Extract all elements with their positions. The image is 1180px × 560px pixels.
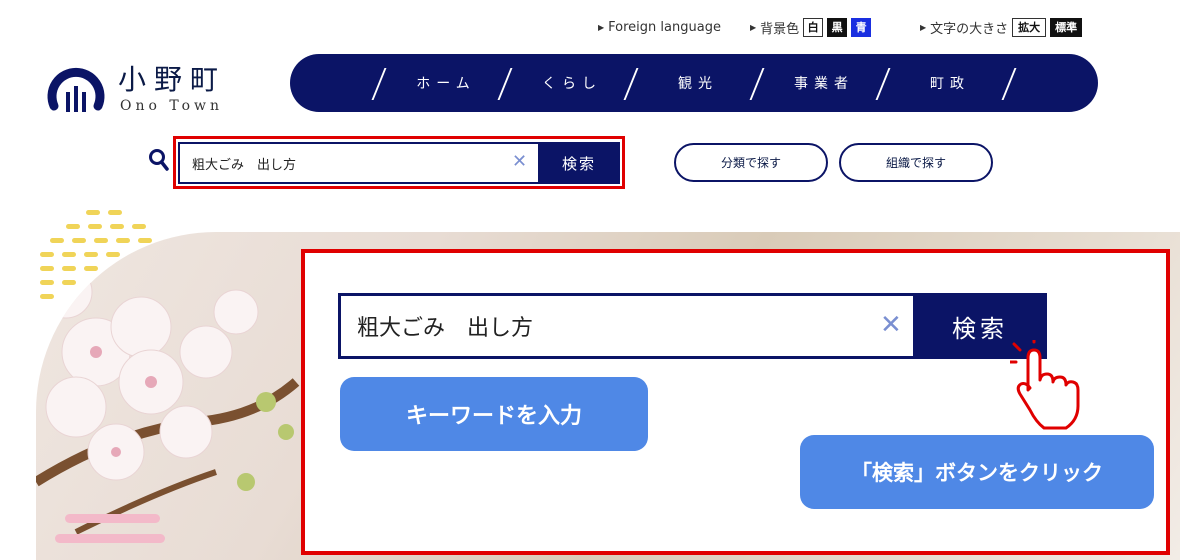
search-button[interactable]: 検索 (538, 142, 620, 184)
nav-item-tourism[interactable]: 観光 (638, 54, 758, 112)
global-nav: ホーム くらし 観光 事業者 町政 (290, 54, 1098, 112)
nav-item-home[interactable]: ホーム (386, 54, 506, 112)
search-by-organization-button[interactable]: 組織で探す (839, 143, 993, 182)
nav-item-living[interactable]: くらし (512, 54, 632, 112)
text-size-label: 文字の大きさ (930, 21, 1009, 37)
logo-name-en: Ono Town (120, 98, 224, 114)
triangle-icon: ▶ (750, 22, 757, 32)
nav-item-town-admin[interactable]: 町政 (890, 54, 1010, 112)
foreign-language-link[interactable]: ▶ Foreign language (598, 14, 721, 40)
search-input[interactable]: 粗大ごみ 出し方 (178, 142, 538, 184)
nav-divider (371, 68, 387, 100)
logo-name-ja: 小野町 (118, 63, 227, 96)
bg-black-button[interactable]: 黒 (827, 17, 848, 37)
triangle-icon: ▶ (598, 22, 605, 32)
clear-icon[interactable]: ✕ (512, 150, 527, 174)
foreign-language-label: Foreign language (608, 19, 721, 35)
tutorial-search-input[interactable]: 粗大ごみ 出し方 (338, 293, 914, 359)
text-size-enlarge-button[interactable]: 拡大 (1012, 17, 1047, 37)
search-by-category-button[interactable]: 分類で探す (674, 143, 828, 182)
decorative-pink-bars (55, 514, 165, 543)
background-color-label: 背景色 (760, 21, 800, 37)
bg-white-button[interactable]: 白 (803, 17, 824, 37)
tutorial-clear-icon[interactable]: ✕ (880, 309, 902, 341)
text-size-standard-button[interactable]: 標準 (1050, 17, 1083, 37)
triangle-icon: ▶ (920, 22, 927, 32)
nav-item-business[interactable]: 事業者 (764, 54, 884, 112)
text-size-switcher: ▶ 文字の大きさ 拡大 標準 (920, 14, 1083, 40)
pointing-hand-icon (1010, 340, 1080, 430)
town-emblem-icon (47, 67, 105, 112)
background-color-switcher: ▶ 背景色 白 黒 青 (750, 14, 872, 40)
bg-blue-button[interactable]: 青 (851, 17, 872, 37)
step-enter-keyword-callout: キーワードを入力 (340, 377, 648, 451)
search-icon (149, 149, 169, 171)
step-click-search-callout: 「検索」ボタンをクリック (800, 435, 1154, 509)
site-logo[interactable]: 小野町 Ono Town (44, 58, 244, 120)
decorative-dots (40, 210, 152, 299)
